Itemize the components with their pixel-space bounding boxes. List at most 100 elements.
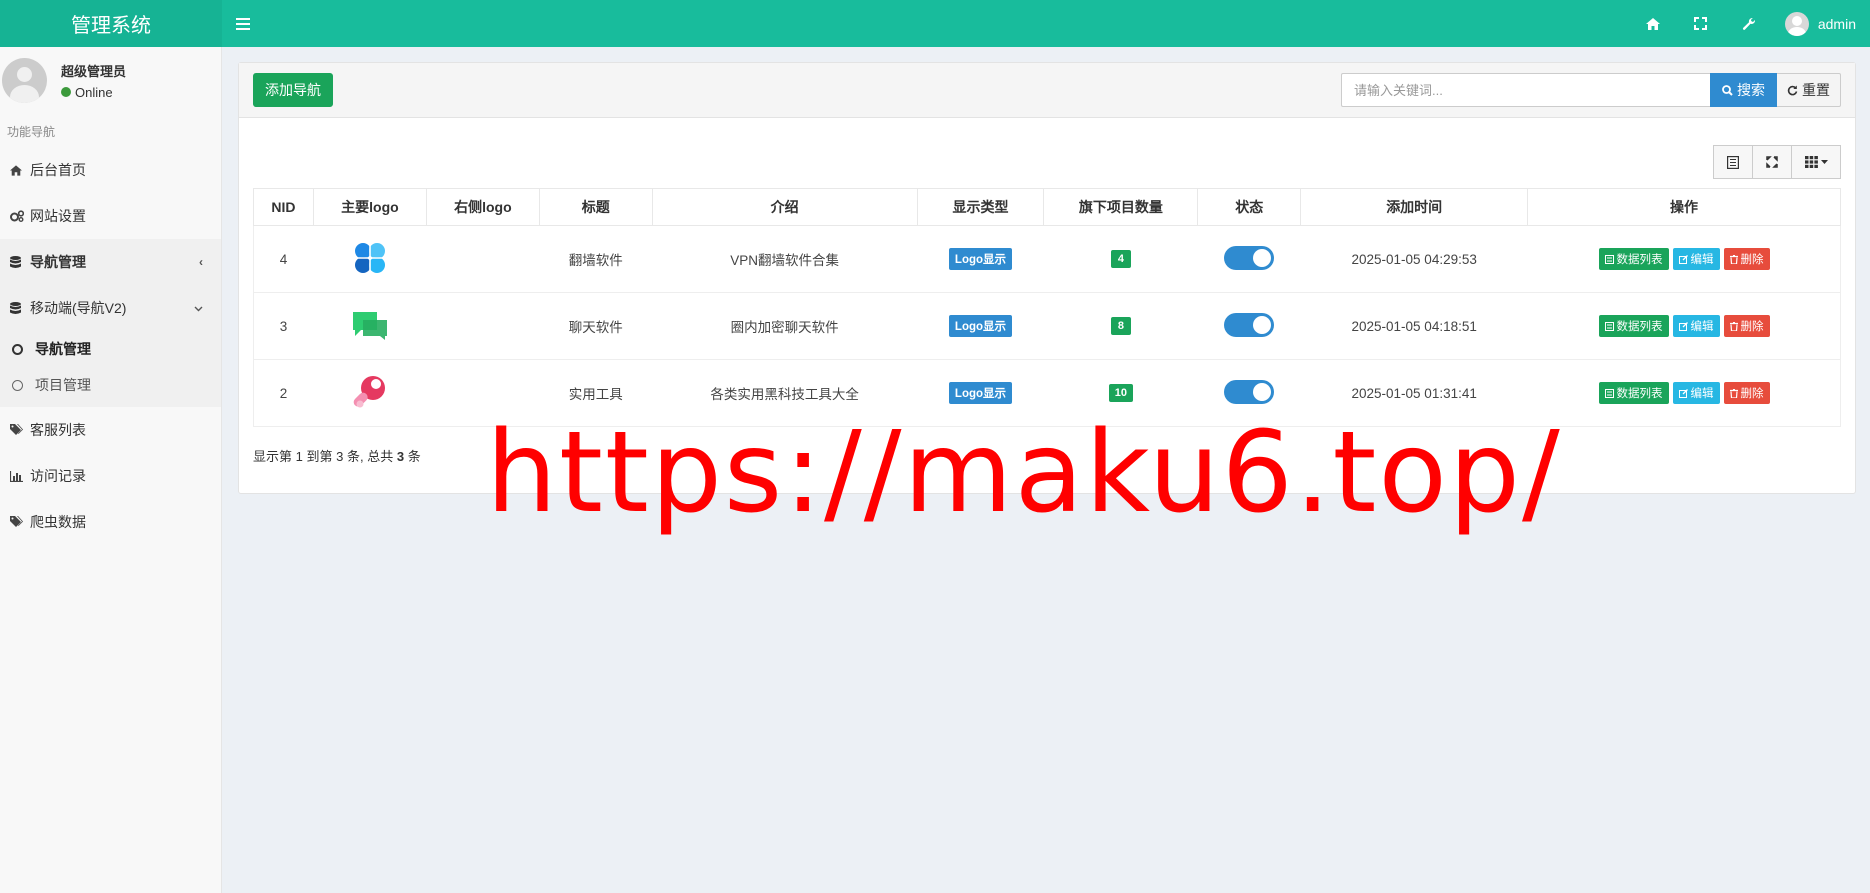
sidebar-toggle-button[interactable] — [222, 0, 264, 47]
column-header[interactable]: 旗下项目数量 — [1043, 188, 1199, 226]
watermark-text: https://maku6.top/ — [486, 408, 1562, 538]
caret-down-icon — [1820, 160, 1828, 164]
user-panel-name: 超级管理员 — [61, 63, 127, 79]
hamburger-icon — [236, 17, 250, 30]
sidebar-item-dashboard[interactable]: 后台首页 — [0, 147, 221, 193]
home-button[interactable] — [1629, 0, 1677, 47]
sidebar-item-visit-logs[interactable]: 访问记录 — [0, 453, 221, 499]
sidebar-item-mobile-nav[interactable]: 移动端(导航V2) — [0, 285, 221, 331]
column-header[interactable]: 添加时间 — [1300, 188, 1529, 226]
delete-button[interactable]: 删除 — [1723, 248, 1770, 270]
cell-actions: 数据列表 编辑 删除 — [1527, 359, 1841, 427]
sidebar-item-nav-management[interactable]: 导航管理 ‹ — [0, 239, 221, 285]
home-icon — [10, 164, 30, 176]
user-menu[interactable]: admin — [1773, 11, 1856, 36]
cell-intro: 圈内加密聊天软件 — [652, 292, 918, 360]
settings-button[interactable] — [1725, 0, 1773, 47]
edit-label: 编辑 — [1690, 321, 1714, 333]
delete-button[interactable]: 删除 — [1723, 315, 1770, 337]
delete-button[interactable]: 删除 — [1723, 382, 1770, 404]
pager-total: 3 — [396, 449, 405, 464]
edit-button[interactable]: 编辑 — [1672, 382, 1720, 404]
search-button[interactable]: 搜索 — [1710, 73, 1777, 107]
cell-project-count: 4 — [1043, 225, 1198, 293]
sidebar-submenu: 导航管理 项目管理 — [0, 331, 221, 407]
nav-table: NID 主要logo 右侧logo 标题 介绍 显示类型 旗下项目数量 状态 添… — [253, 188, 1841, 427]
data-list-button[interactable]: 数据列表 — [1598, 248, 1669, 270]
cell-nid: 4 — [253, 225, 314, 293]
column-header[interactable]: 标题 — [538, 188, 653, 226]
column-header[interactable]: 主要logo — [312, 188, 427, 226]
fullscreen-button[interactable] — [1677, 0, 1725, 47]
cell-added-time: 2025-01-05 04:29:53 — [1300, 225, 1528, 293]
table-row: 3 聊天软件 圈内加密聊天软件 Logo显示 8 2025-01-05 04:1… — [253, 292, 1841, 360]
cell-display-type: Logo显示 — [917, 225, 1044, 293]
data-list-button[interactable]: 数据列表 — [1598, 315, 1669, 337]
display-type-badge: Logo显示 — [948, 248, 1013, 270]
brand-title[interactable]: 管理系统 — [0, 0, 222, 47]
wrench-icon — [1742, 17, 1755, 30]
cell-actions: 数据列表 编辑 删除 — [1527, 225, 1841, 293]
count-badge: 8 — [1110, 317, 1131, 335]
sidebar-item-site-settings[interactable]: 网站设置 — [0, 193, 221, 239]
sidebar-item-label: 移动端(导航V2) — [30, 300, 127, 316]
fullscreen-icon — [1766, 156, 1778, 168]
cogs-icon — [10, 210, 30, 222]
sidebar-item-crawler-data[interactable]: 爬虫数据 — [0, 499, 221, 545]
toggle-view-button[interactable] — [1713, 145, 1753, 179]
pager-text: 到第 — [306, 449, 333, 464]
sidebar-item-label: 导航管理 — [30, 254, 86, 270]
panel-toolbar: 添加导航 搜索 重置 — [239, 63, 1855, 118]
cell-status — [1197, 292, 1301, 360]
pager-text: 条, 总共 — [347, 449, 394, 464]
red-wrench-logo-icon — [353, 375, 385, 407]
add-nav-button[interactable]: 添加导航 — [253, 73, 333, 107]
column-header[interactable]: 介绍 — [651, 188, 918, 226]
edit-button[interactable]: 编辑 — [1672, 315, 1720, 337]
sidebar-subitem-project-management[interactable]: 项目管理 — [0, 367, 221, 403]
sidebar-subitem-label: 项目管理 — [35, 377, 91, 393]
edit-icon — [1678, 388, 1688, 398]
cell-intro: VPN翻墙软件合集 — [652, 225, 918, 293]
sidebar-subitem-nav-management[interactable]: 导航管理 — [0, 331, 221, 367]
edit-label: 编辑 — [1690, 388, 1714, 400]
cell-actions: 数据列表 编辑 删除 — [1527, 292, 1841, 360]
trash-icon — [1729, 321, 1738, 331]
blue-flower-logo-icon — [354, 242, 385, 273]
pager-from: 1 — [295, 449, 303, 464]
search-button-label: 搜索 — [1737, 82, 1765, 98]
list-icon — [1604, 321, 1614, 331]
pager-text: 显示第 — [253, 449, 293, 464]
reset-button[interactable]: 重置 — [1777, 73, 1841, 107]
cell-title: 翻墙软件 — [539, 225, 653, 293]
cell-main-logo — [313, 359, 427, 427]
columns-dropdown-button[interactable] — [1791, 145, 1841, 179]
cell-added-time: 2025-01-05 04:18:51 — [1300, 292, 1528, 360]
table-tools — [1713, 145, 1841, 179]
column-header[interactable]: 状态 — [1197, 188, 1302, 226]
cell-nid: 2 — [253, 359, 314, 427]
column-header[interactable]: 右侧logo — [425, 188, 540, 226]
edit-icon — [1678, 254, 1688, 264]
trash-icon — [1729, 388, 1738, 398]
cell-right-logo — [426, 225, 540, 293]
status-toggle[interactable] — [1224, 379, 1275, 404]
list-icon — [1604, 388, 1614, 398]
column-header[interactable]: NID — [253, 188, 314, 226]
count-badge: 4 — [1110, 250, 1131, 268]
column-header[interactable]: 显示类型 — [916, 188, 1045, 226]
edit-button[interactable]: 编辑 — [1672, 248, 1720, 270]
status-toggle[interactable] — [1224, 245, 1275, 270]
column-header[interactable]: 操作 — [1527, 188, 1841, 226]
data-list-button[interactable]: 数据列表 — [1598, 382, 1669, 404]
sidebar-item-customer-service[interactable]: 客服列表 — [0, 407, 221, 453]
database-icon — [10, 255, 30, 269]
status-toggle[interactable] — [1224, 312, 1275, 337]
online-dot-icon — [61, 87, 71, 97]
cell-right-logo — [426, 292, 540, 360]
search-bar: 搜索 重置 — [1341, 73, 1841, 107]
search-input[interactable] — [1341, 73, 1710, 107]
grid-icon — [1804, 156, 1818, 168]
toggle-knob — [1253, 248, 1272, 267]
table-fullscreen-button[interactable] — [1752, 145, 1792, 179]
